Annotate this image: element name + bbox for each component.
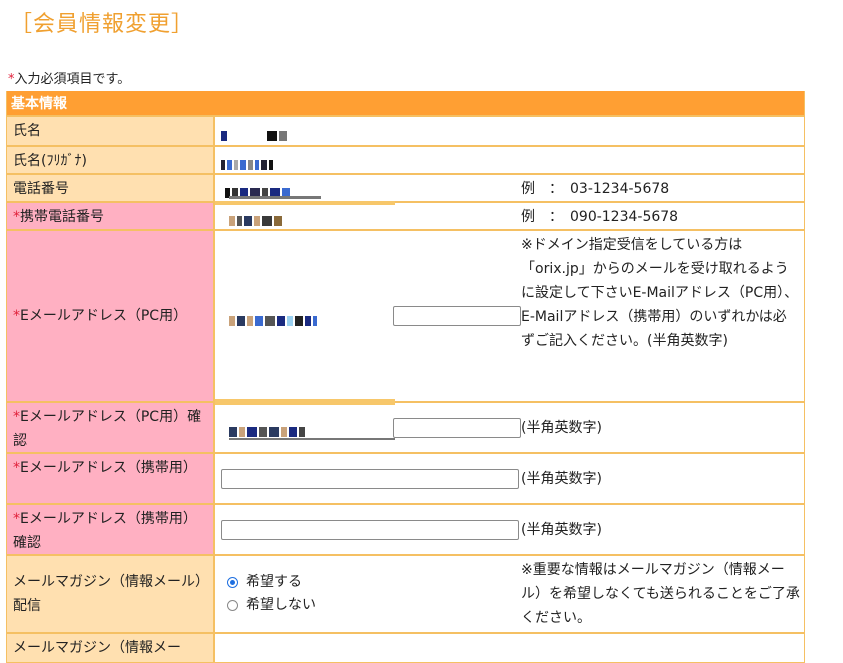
row-mobile: *携帯電話番号 例 ： 090-1234-5678 [7,201,804,229]
email-pc-confirm-input[interactable] [393,417,521,438]
redacted-value [221,154,275,170]
row-email-pc-confirm: *Eメールアドレス（PC用）確認 (半角英数字) [7,401,804,452]
example-phone: 例 ： 03-1234-5678 [521,181,670,197]
note-email-pc-confirm: (半角英数字) [521,419,602,436]
note-email-pc: ※ドメイン指定受信をしている方は「orix.jp」からのメールを受け取れるように… [521,237,799,349]
note-mail-magazine-2 [519,634,804,662]
field-strip [215,401,395,405]
label-mobile: *携帯電話番号 [7,203,215,229]
note-mail-magazine: ※重要な情報はメールマガジン（情報メール）を希望しなくても送られることをご了承く… [521,562,800,626]
label-name: 氏名 [7,117,215,145]
section-header-basic-info: 基本情報 [7,91,804,117]
required-mark: * [13,460,20,476]
label-email-pc-confirm-text: Eメールアドレス（PC用）確認 [13,409,202,449]
label-mail-magazine-2: メールマガジン（情報メー [7,634,215,662]
redacted-value [225,182,292,198]
value-name-kana [215,147,519,173]
email-mobile-input[interactable] [221,468,519,489]
redacted-value [221,125,289,141]
label-mobile-text: 携帯電話番号 [20,209,104,225]
radio-selected-icon [227,577,238,588]
label-email-mobile-confirm-text: Eメールアドレス（携帯用）確認 [13,511,197,551]
row-name: 氏名 [7,117,804,145]
required-mark: * [13,409,20,425]
required-mark: * [13,308,20,324]
label-mail-magazine: メールマガジン（情報メール）配信 [7,556,215,632]
email-pc-input[interactable] [393,306,521,326]
row-email-mobile: *Eメールアドレス（携帯用） (半角英数字) [7,452,804,503]
example-mobile: 例 ： 090-1234-5678 [521,209,679,225]
radio-magazine-no-label: 希望しない [246,597,316,613]
value-mail-magazine-2 [215,634,519,662]
email-mobile-confirm-input[interactable] [221,519,519,540]
field-strip [215,201,395,205]
radio-unselected-icon [227,600,238,611]
radio-magazine-yes-label: 希望する [246,574,302,590]
value-name [215,117,519,145]
note-email-mobile: (半角英数字) [521,470,602,487]
label-email-pc-confirm: *Eメールアドレス（PC用）確認 [7,403,215,452]
note-email-mobile-confirm: (半角英数字) [521,521,602,538]
row-email-mobile-confirm: *Eメールアドレス（携帯用）確認 (半角英数字) [7,503,804,554]
radio-magazine-no[interactable]: 希望しない [215,594,519,617]
label-email-pc: *Eメールアドレス（PC用） [7,231,215,401]
label-phone: 電話番号 [7,175,215,201]
label-name-kana: 氏名(ﾌﾘｶﾞﾅ) [7,147,215,173]
redacted-value [229,422,307,437]
label-email-mobile-confirm: *Eメールアドレス（携帯用）確認 [7,505,215,554]
value-email-mobile-confirm [215,505,519,554]
member-form: 基本情報 氏名 氏名(ﾌﾘｶﾞﾅ) 電話番号 例 ： 03-1234-5678 [6,91,805,663]
value-mobile [215,201,519,229]
required-mark: * [13,511,20,527]
row-name-kana: 氏名(ﾌﾘｶﾞﾅ) [7,145,804,173]
value-mail-magazine: 希望する 希望しない [215,556,519,632]
row-mail-magazine-2: メールマガジン（情報メー [7,632,804,662]
value-email-mobile [215,454,519,503]
value-phone [215,175,519,201]
label-email-mobile: *Eメールアドレス（携帯用） [7,454,215,503]
row-phone: 電話番号 例 ： 03-1234-5678 [7,173,804,201]
note-name-kana [519,147,804,173]
label-email-pc-text: Eメールアドレス（PC用） [20,308,188,324]
required-note: *入力必須項目です。 [8,68,130,87]
required-note-text: 入力必須項目です。 [14,72,131,87]
redacted-value [229,310,319,326]
required-mark: * [13,209,20,225]
value-email-pc [215,231,521,403]
row-mail-magazine: メールマガジン（情報メール）配信 希望する 希望しない ※重要な情報はメールマガ… [7,554,804,632]
row-email-pc: *Eメールアドレス（PC用） ※ドメイン指定受信をしている方は「orix.jp」… [7,229,804,403]
page-title: ［会員情報変更］ [10,12,195,37]
label-email-mobile-text: Eメールアドレス（携帯用） [20,460,197,476]
redacted-value [229,210,284,226]
radio-magazine-yes[interactable]: 希望する [215,571,519,594]
note-name [519,117,804,145]
value-email-pc-confirm [215,401,521,452]
